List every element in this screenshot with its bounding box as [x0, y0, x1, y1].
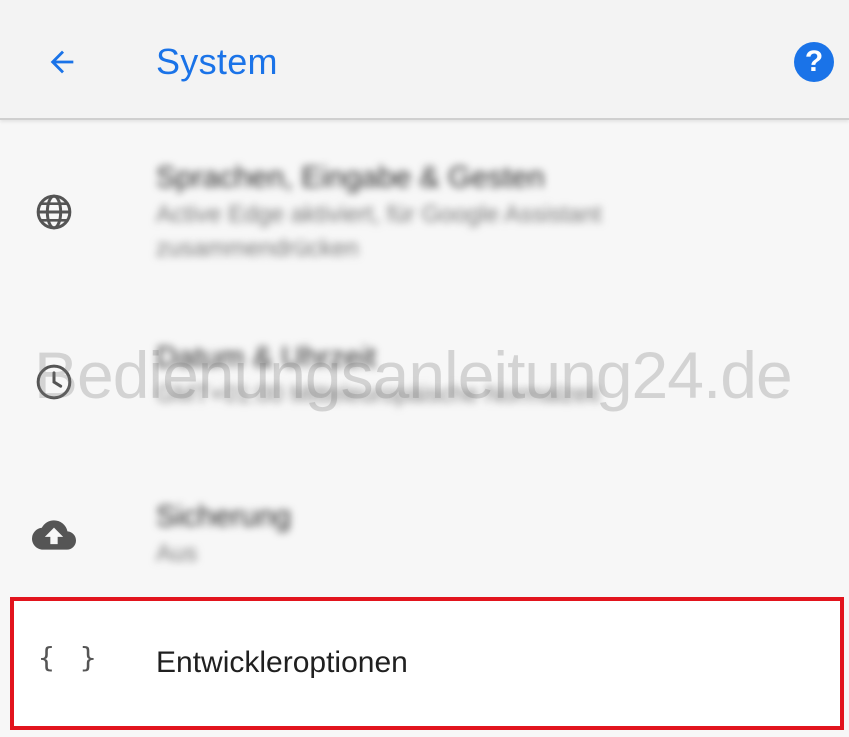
back-button[interactable] — [40, 40, 84, 84]
arrow-back-icon — [50, 50, 74, 74]
code-braces-icon: { } — [38, 641, 101, 674]
help-icon: ? — [794, 42, 834, 82]
list-item-backup[interactable]: Sicherung Aus — [0, 475, 849, 590]
list-item-title: Datum & Uhrzeit — [156, 341, 377, 374]
clock-icon — [30, 358, 78, 406]
list-item-text: Datum & Uhrzeit GMT+01:00 Mitteleuropäis… — [156, 338, 789, 412]
list-item-languages[interactable]: Sprachen, Eingabe & Gesten Active Edge a… — [0, 140, 849, 290]
list-item-developer-options[interactable]: { } Entwickleroptionen — [10, 597, 844, 730]
list-item-summary: Aus — [156, 540, 198, 567]
list-item-summary: Active Edge aktiviert, für Google Assist… — [156, 201, 602, 262]
list-item-text: Sprachen, Eingabe & Gesten Active Edge a… — [156, 158, 789, 266]
list-item-title: Sprachen, Eingabe & Gesten — [156, 161, 545, 194]
list-item-text: Sicherung Aus — [156, 497, 789, 571]
globe-icon — [30, 188, 78, 236]
cloud-upload-icon — [30, 511, 78, 559]
help-button[interactable]: ? — [792, 40, 836, 84]
list-item-summary: GMT+01:00 Mitteleuropäische Normalzeit — [156, 381, 600, 408]
settings-screen: System ? Sprachen, Eingabe & Gesten Acti… — [0, 0, 849, 737]
list-item-date-time[interactable]: Datum & Uhrzeit GMT+01:00 Mitteleuropäis… — [0, 320, 849, 450]
app-bar: System ? — [0, 0, 849, 120]
developer-options-label: Entwickleroptionen — [156, 646, 408, 679]
page-title: System — [156, 41, 278, 82]
list-item-title: Sicherung — [156, 500, 292, 533]
